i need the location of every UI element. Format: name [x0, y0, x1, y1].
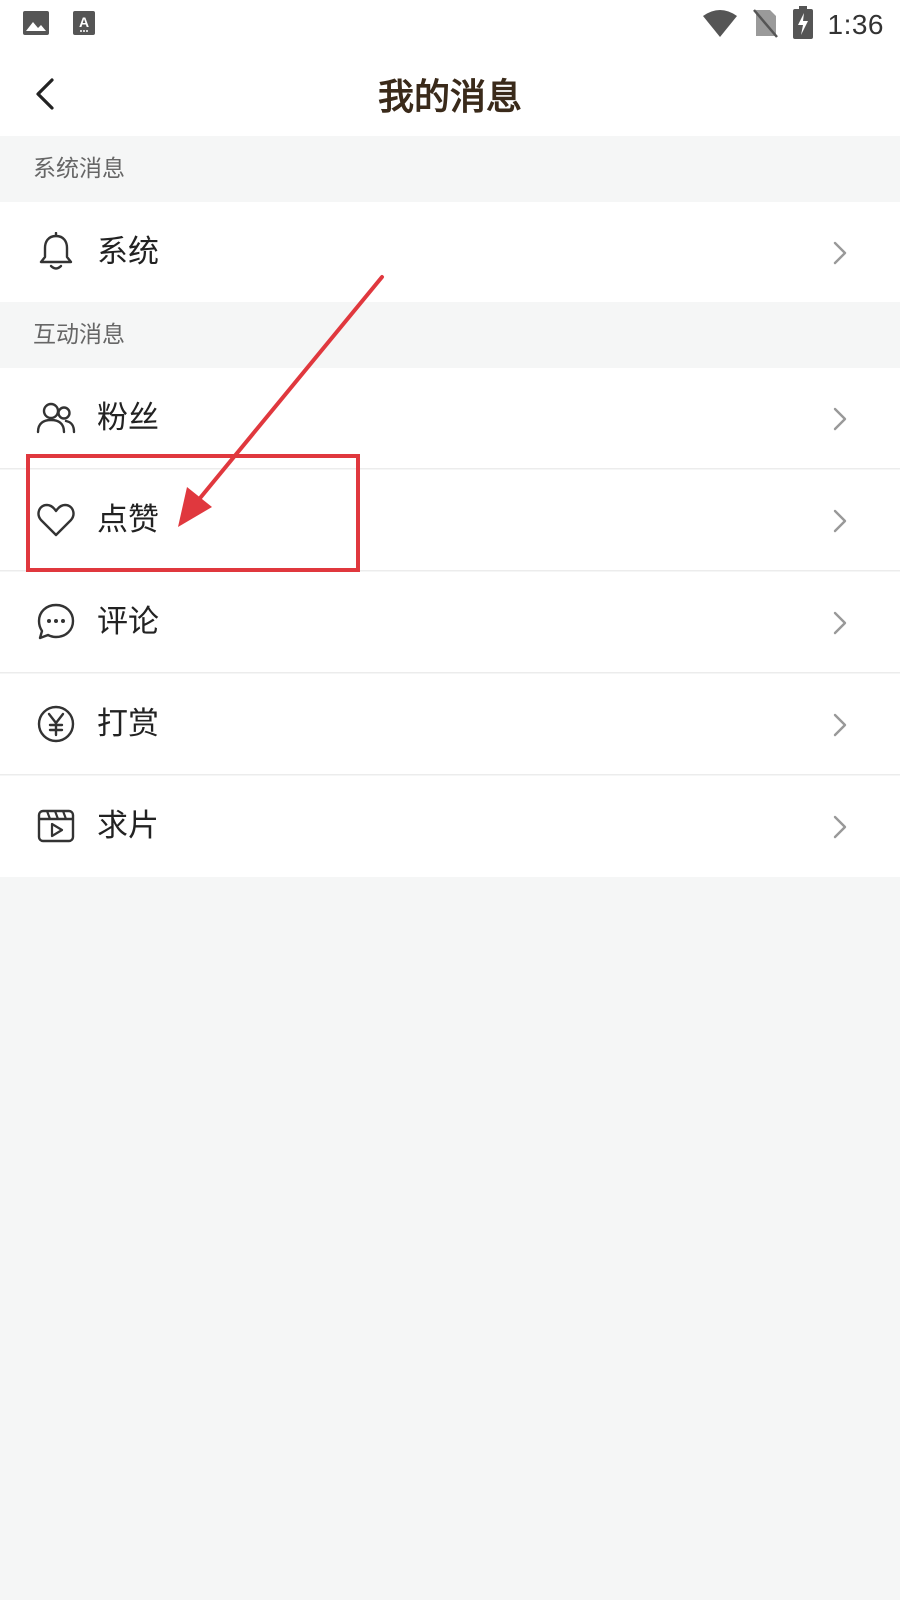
- status-time: 1:36: [827, 9, 884, 40]
- keyboard-a-icon: A: [72, 10, 96, 40]
- list-item-label: 求片: [97, 808, 159, 844]
- chevron-right-icon: [833, 713, 847, 737]
- status-bar: A 1:36: [0, 0, 900, 50]
- list-item-system[interactable]: 系统: [0, 202, 900, 303]
- chat-bubble-icon: [37, 603, 75, 640]
- row-divider: [0, 672, 900, 673]
- chevron-right-icon: [833, 241, 847, 265]
- chevron-right-icon: [833, 611, 847, 635]
- chevron-right-icon: [833, 407, 847, 431]
- list-item-label: 粉丝: [97, 400, 159, 436]
- no-sim-icon: [752, 8, 778, 42]
- battery-charging-icon: [792, 6, 814, 44]
- svg-text:A: A: [79, 14, 89, 30]
- annotation-highlight-box: [26, 454, 360, 572]
- section-header-system: 系统消息: [0, 136, 900, 202]
- section-header-interaction: 互动消息: [0, 302, 900, 368]
- wifi-icon: [702, 8, 738, 42]
- chevron-right-icon: [833, 509, 847, 533]
- gallery-icon: [22, 10, 50, 40]
- list-item-label: 系统: [97, 234, 159, 270]
- list-item-label: 评论: [97, 604, 159, 640]
- list-item-comments[interactable]: 评论: [0, 572, 900, 673]
- list-item-requests[interactable]: 求片: [0, 776, 900, 877]
- row-divider: [0, 774, 900, 775]
- chevron-right-icon: [833, 815, 847, 839]
- list-item-tips[interactable]: 打赏: [0, 674, 900, 775]
- users-icon: [36, 402, 76, 434]
- bell-icon: [39, 232, 73, 270]
- yen-coin-icon: [37, 705, 75, 743]
- film-icon: [37, 809, 75, 843]
- page-title: 我的消息: [377, 77, 522, 118]
- header-bar: 我的消息: [0, 50, 900, 136]
- list-item-label: 打赏: [97, 706, 159, 742]
